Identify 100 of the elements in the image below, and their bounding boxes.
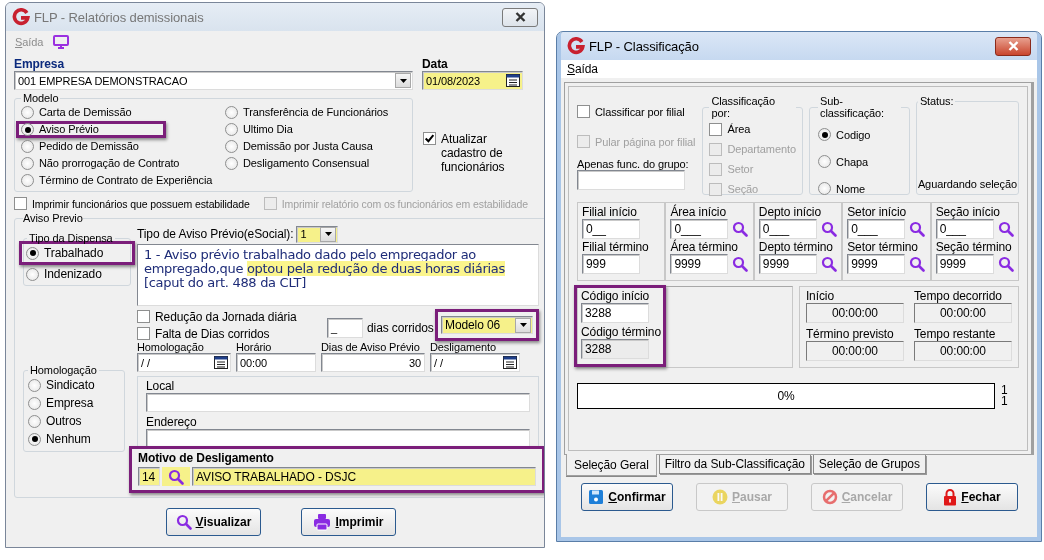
text-field[interactable]: 9999 [935,254,994,274]
field-label: Código início [581,289,651,303]
text-field[interactable] [146,393,530,412]
group-label: Aviso Previo [23,212,83,224]
search-icon [168,468,184,485]
group-label: Status: [918,95,955,107]
status-text: Aguardando seleção [917,178,1017,190]
field-label: Filial término [582,240,650,254]
radio-button[interactable]: Trabalhado [26,246,104,260]
checkbox[interactable]: Área [709,122,797,136]
text-field[interactable]: 3288 [581,339,649,359]
radio-button[interactable]: Desligamento Consensual [225,157,370,170]
group-label: Homologação [29,364,98,376]
field-label: Tempo decorrido [913,289,1003,303]
description-text: 1 - Aviso prévio trabalhado dado pelo empregador ao empregado,que optou pela redução de duas horas diárias [caput do art. 488 da CLT] [137,244,539,306]
save-button[interactable]: Confirmar [581,483,673,511]
radio-button[interactable]: Nome [818,182,901,195]
field-label: Seção início [935,205,1001,219]
field-label: Apenas func. do grupo: [577,158,690,170]
menu-item[interactable]: Saída [567,62,598,76]
group-label: Modelo [22,92,60,104]
field-label: Depto término [758,240,834,254]
close-icon [1007,41,1019,51]
radio-button[interactable]: Pedido de Demissão [21,140,139,153]
field-label: Área início [670,205,727,219]
radio-button[interactable]: Não prorrogação de Contrato [21,157,180,170]
counter-text: 1 [1001,385,1008,396]
dropdown[interactable]: Modelo 06 [441,316,533,334]
text-field[interactable]: 0___ [670,219,729,239]
radio-button[interactable]: Aviso Prévio [21,123,99,136]
radio-button[interactable]: Término de Contrato de Experiência [21,174,213,187]
search-icon [175,514,192,530]
text-field[interactable]: 9999 [847,254,906,274]
text-field[interactable]: 0___ [758,219,817,239]
field-label: Homologação [137,341,205,353]
text-field[interactable]: 0__ [582,219,640,239]
lookup-button[interactable] [162,467,190,486]
tab[interactable]: Seleção de Grupos [812,455,926,474]
text-field[interactable]: 0___ [935,219,994,239]
field-label: Data [422,57,449,71]
close-button[interactable] [502,7,538,27]
tab[interactable]: Filtro da Sub-Classificação [658,455,811,474]
field-label: Seção término [935,240,1013,254]
field-label: Término previsto [805,327,895,341]
text-field[interactable]: 30 [321,353,425,372]
text-field[interactable]: 14 [138,467,160,486]
text-field[interactable]: AVISO TRABALHADO - DSJC [192,467,536,486]
date-field[interactable]: / / [430,353,520,372]
logo-icon [12,8,30,26]
radio-button[interactable]: Carta de Demissão [21,106,132,119]
dropdown[interactable]: 1 [296,225,339,243]
radio-button[interactable]: Ultimo Dia [225,123,293,136]
checkbox[interactable]: Imprimir funcionários que possuem estabilidade [14,197,250,210]
field-label: Setor início [847,205,908,219]
radio-button[interactable]: Indenizado [26,267,102,281]
text-field[interactable]: 0___ [847,219,906,239]
radio-button[interactable]: Nenhum [28,432,120,446]
date-field[interactable]: / / [137,353,231,372]
radio-button[interactable]: Sindicato [28,378,120,392]
text-field[interactable] [577,170,685,190]
print-button[interactable]: Imprimir [301,508,396,536]
dropdown[interactable]: 001 EMPRESA DEMONSTRACAO [14,71,413,90]
text-field[interactable]: 9999 [670,254,729,274]
checkbox[interactable]: Falta de Dias corridos [137,326,327,341]
date-field[interactable]: 01/08/2023 [422,71,523,90]
calendar-icon [503,356,517,369]
radio-button[interactable]: Codigo [818,128,901,141]
close-button[interactable] [995,36,1031,56]
field-label: Código término [581,325,659,339]
field-label: Motivo de Desligamento [138,451,275,465]
text-field[interactable]: 999 [582,254,640,274]
counter-text: 1 [1001,396,1008,407]
radio-button[interactable]: Outros [28,414,120,428]
radio-button[interactable]: Demissão por Justa Causa [225,140,373,153]
tab[interactable]: Seleção Geral [566,454,657,476]
calendar-icon [214,356,228,369]
prohibited-icon [821,489,838,505]
field-label: Empresa [14,57,66,71]
checkbox[interactable]: Redução da Jornada diária [137,309,327,324]
radio-button[interactable]: Empresa [28,396,120,410]
time-display: 00:00:00 [913,303,1012,323]
text-field[interactable]: _ [327,318,363,338]
field-label: Tempo restante [913,327,997,341]
field-label: Setor término [847,240,919,254]
preview-button[interactable]: Visualizar [166,508,261,536]
field-label: Endereço [146,415,198,429]
close-icon [514,12,526,22]
text-field[interactable]: 3288 [581,303,649,323]
radio-button[interactable]: Transferência de Funcionários [225,106,389,119]
window-title: FLP - Relatórios demissionais [34,9,205,25]
text-field[interactable]: 9999 [758,254,817,274]
checkbox[interactable]: Classificar por filial [577,105,697,118]
pause-icon [711,489,728,505]
checkbox[interactable]: Atualizar cadastro de funcionários [423,132,533,174]
time-display: 00:00:00 [805,341,904,361]
radio-button[interactable]: Chapa [818,155,901,168]
text-field[interactable]: 00:00 [236,353,316,372]
calendar-icon [506,74,520,87]
lock-button[interactable]: Fechar [926,483,1018,511]
progress-text: 0% [777,389,795,403]
